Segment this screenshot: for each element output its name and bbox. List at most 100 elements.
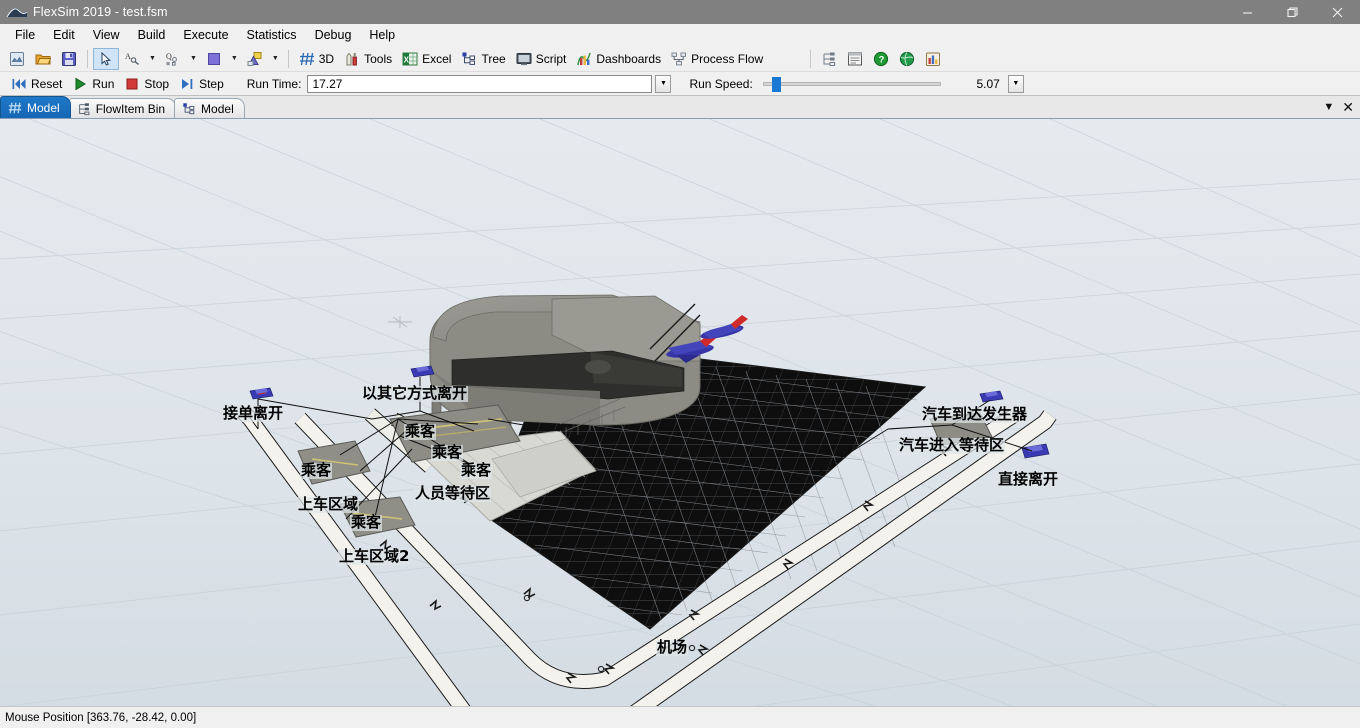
- disconnect-q-icon: Q: [165, 51, 181, 67]
- svg-text:Q: Q: [166, 52, 172, 61]
- script-button[interactable]: Script: [511, 48, 572, 70]
- run-label: Run: [92, 76, 115, 91]
- main-toolbar: A ▼ Q ▼ ▼ ▼ 3D Tools X Excel Tree Script…: [0, 46, 1360, 72]
- label-staff-wait-area: 人员等待区: [414, 484, 492, 502]
- menu-debug[interactable]: Debug: [306, 26, 361, 44]
- color-tool-dropdown-icon[interactable]: ▼: [227, 55, 242, 62]
- globe-icon: [899, 51, 915, 67]
- title-bar: FlexSim 2019 - test.fsm: [0, 0, 1360, 24]
- process-flow-button[interactable]: Process Flow: [666, 48, 768, 70]
- model-tree-button[interactable]: [816, 48, 842, 70]
- tab-model-tree-label: Model: [201, 101, 234, 116]
- connect-tool-button[interactable]: A: [119, 48, 145, 70]
- label-boarding-area: 上车区域: [297, 495, 360, 513]
- tab-flowitem-bin-label: FlowItem Bin: [95, 101, 166, 116]
- help-button[interactable]: ?: [868, 48, 894, 70]
- toolbar-separator-2: [287, 49, 289, 68]
- bar-chart-icon: [925, 51, 941, 67]
- open-folder-icon: [35, 51, 52, 67]
- window-title: FlexSim 2019 - test.fsm: [33, 5, 168, 19]
- save-disk-icon: [61, 51, 77, 67]
- cursor-arrow-icon: [98, 51, 114, 67]
- model-3d-viewport[interactable]: 接单离开 以其它方式离开 乘客 乘客 乘客 乘客 乘客 人员等待区 上车区域 上…: [0, 119, 1360, 706]
- label-car-generator: 汽车到达发生器: [921, 405, 1029, 423]
- script-console-icon: [516, 51, 532, 67]
- toolbar-separator-1: [87, 49, 88, 68]
- disconnect-tool-button[interactable]: Q: [160, 48, 186, 70]
- help-question-icon: ?: [873, 51, 889, 67]
- web-resources-button[interactable]: [894, 48, 920, 70]
- menu-help[interactable]: Help: [360, 26, 404, 44]
- label-dispatch-leave: 接单离开: [222, 404, 285, 422]
- open-model-button[interactable]: [30, 48, 56, 70]
- tree-button[interactable]: Tree: [456, 48, 510, 70]
- reset-label: Reset: [31, 76, 63, 91]
- menu-view[interactable]: View: [84, 26, 129, 44]
- properties-window-button[interactable]: [842, 48, 868, 70]
- paste-tool-dropdown-icon[interactable]: ▼: [268, 55, 283, 62]
- new-model-button[interactable]: [4, 48, 30, 70]
- menu-build[interactable]: Build: [129, 26, 175, 44]
- run-time-dropdown-icon[interactable]: ▼: [655, 74, 672, 93]
- step-button[interactable]: Step: [174, 75, 229, 93]
- color-tool-button[interactable]: [201, 48, 227, 70]
- stop-button[interactable]: Stop: [119, 75, 174, 93]
- tree-icon: [182, 102, 196, 116]
- 3d-view-label: 3D: [318, 51, 335, 66]
- label-leave-other-way: 以其它方式离开: [361, 384, 469, 402]
- excel-label: Excel: [422, 51, 452, 66]
- tools-button[interactable]: Tools: [339, 48, 397, 70]
- menu-execute[interactable]: Execute: [174, 26, 237, 44]
- statistics-button[interactable]: [920, 48, 946, 70]
- close-icon[interactable]: [1315, 0, 1360, 24]
- label-passenger-2: 乘客: [431, 443, 464, 461]
- window-panel-icon: [847, 51, 863, 67]
- run-time-input[interactable]: 17.27: [307, 74, 653, 93]
- label-airport: 机场: [656, 638, 689, 656]
- excel-icon: X: [402, 51, 418, 67]
- select-tool-button[interactable]: [93, 47, 119, 70]
- 3d-view-button[interactable]: 3D: [294, 48, 339, 70]
- close-x-icon[interactable]: ✕: [1342, 99, 1354, 116]
- label-leave-directly: 直接离开: [997, 470, 1060, 488]
- tab-model-tree[interactable]: Model: [174, 98, 245, 118]
- paste-object-icon: [247, 51, 263, 67]
- excel-button[interactable]: X Excel: [397, 48, 456, 70]
- minimize-icon[interactable]: [1225, 0, 1270, 24]
- menu-edit[interactable]: Edit: [44, 26, 84, 44]
- reset-icon: [11, 76, 27, 92]
- stop-label: Stop: [144, 76, 170, 91]
- menu-file[interactable]: File: [6, 26, 44, 44]
- label-car-enter-queue: 汽车进入等待区: [898, 436, 1006, 454]
- dashboards-button[interactable]: Dashboards: [571, 48, 666, 70]
- run-button[interactable]: Run: [67, 75, 119, 93]
- tree-label: Tree: [481, 51, 506, 66]
- status-bar: Mouse Position [363.76, -28.42, 0.00]: [0, 706, 1360, 728]
- run-speed-slider-thumb[interactable]: [771, 76, 781, 92]
- play-icon: [72, 76, 88, 92]
- view-tab-bar: Model FlowItem Bin Model ▼ ✕: [0, 96, 1360, 119]
- label-passenger-4: 乘客: [300, 461, 333, 479]
- svg-text:X: X: [404, 55, 410, 64]
- tab-flowitem-bin[interactable]: FlowItem Bin: [68, 98, 177, 118]
- menu-bar: File Edit View Build Execute Statistics …: [0, 24, 1360, 46]
- disconnect-tool-dropdown-icon[interactable]: ▼: [186, 55, 201, 62]
- tree-icon: [461, 51, 477, 67]
- process-flow-label: Process Flow: [691, 51, 764, 66]
- run-speed-dropdown-icon[interactable]: ▼: [1007, 74, 1024, 93]
- menu-statistics[interactable]: Statistics: [238, 26, 306, 44]
- stop-icon: [124, 76, 140, 92]
- label-passenger-5: 乘客: [350, 513, 383, 531]
- maximize-icon[interactable]: [1270, 0, 1315, 24]
- tab-model-3d[interactable]: Model: [0, 96, 71, 118]
- chevron-down-icon[interactable]: ▼: [1323, 101, 1334, 113]
- paste-tool-button[interactable]: [242, 48, 268, 70]
- connect-tool-dropdown-icon[interactable]: ▼: [145, 55, 160, 62]
- reset-button[interactable]: Reset: [6, 75, 67, 93]
- run-speed-slider[interactable]: [762, 76, 941, 92]
- new-document-icon: [9, 51, 25, 67]
- tab-model-3d-label: Model: [27, 100, 60, 115]
- tools-label: Tools: [364, 51, 393, 66]
- hierarchy-icon: [77, 102, 91, 116]
- save-model-button[interactable]: [56, 48, 82, 70]
